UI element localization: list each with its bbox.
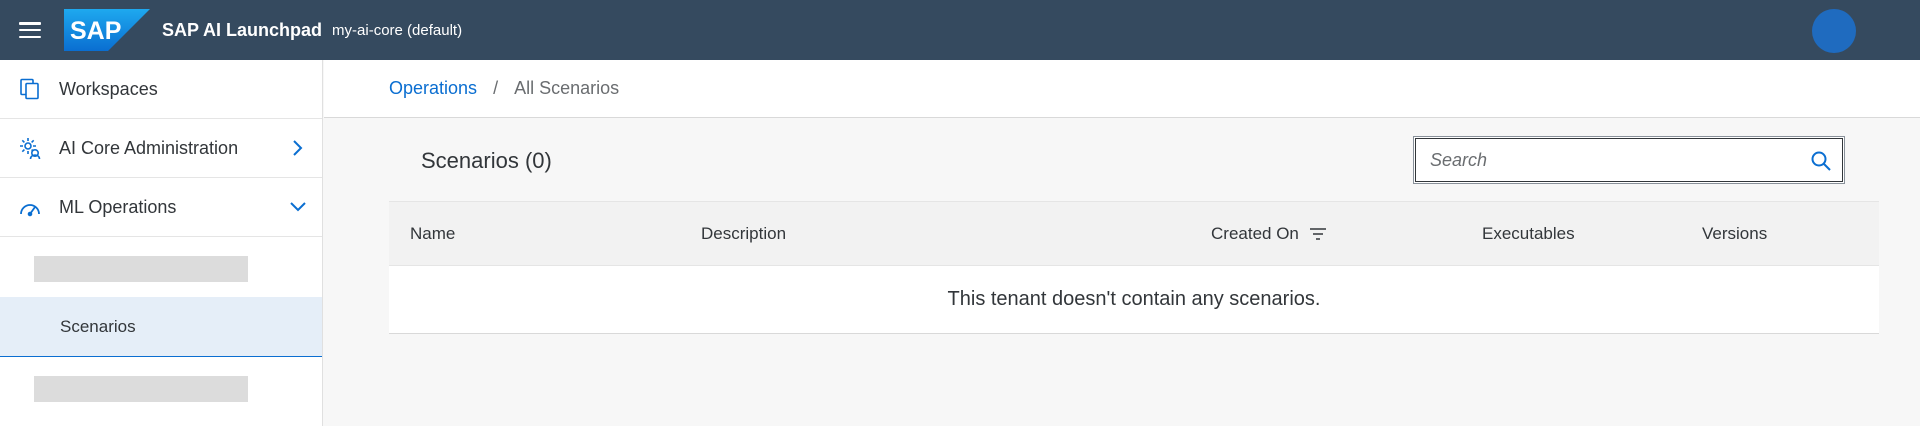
nav-item-label: Workspaces: [59, 78, 158, 99]
column-header-description[interactable]: Description: [701, 202, 786, 265]
tenant-name: my-ai-core (default): [332, 21, 463, 39]
nav-item-ml-operations[interactable]: ML Operations: [0, 178, 322, 237]
breadcrumb: Operations / All Scenarios: [324, 60, 1920, 118]
table-header: Name Description Created On Executables …: [389, 201, 1879, 266]
search-icon[interactable]: [1810, 150, 1832, 172]
main-content: Scenarios (0) Name Description Created O…: [324, 119, 1920, 426]
sap-logo: SAP: [64, 9, 150, 51]
column-header-label: Created On: [1211, 223, 1299, 243]
sub-item-label: Scenarios: [60, 316, 136, 336]
sort-filter-icon[interactable]: [1309, 227, 1327, 241]
menu-button[interactable]: [0, 0, 60, 60]
nav-item-workspaces[interactable]: Workspaces: [0, 60, 322, 119]
app-title: SAP AI Launchpad: [162, 19, 323, 40]
search-field[interactable]: [1413, 136, 1845, 184]
nav-item-label: AI Core Administration: [59, 137, 239, 158]
loading-placeholder: [34, 256, 248, 282]
loading-placeholder: [34, 376, 248, 402]
sub-item-placeholder[interactable]: [0, 357, 322, 417]
admin-settings-icon: [0, 136, 59, 160]
gauge-icon: [0, 196, 59, 218]
breadcrumb-link-operations[interactable]: Operations: [389, 78, 477, 99]
hamburger-icon: [19, 22, 41, 38]
user-avatar[interactable]: [1812, 9, 1856, 53]
side-navigation: Workspaces AI Core Administration ML Ope…: [0, 60, 323, 426]
chevron-right-icon[interactable]: [288, 138, 308, 158]
search-input[interactable]: [1430, 149, 1790, 171]
breadcrumb-current: All Scenarios: [514, 78, 620, 98]
empty-table-message: This tenant doesn't contain any scenario…: [389, 266, 1879, 334]
svg-text:SAP: SAP: [70, 17, 121, 45]
column-header-created-on[interactable]: Created On: [1211, 202, 1327, 265]
breadcrumb-separator: /: [493, 78, 499, 98]
table-title: Scenarios (0): [421, 148, 552, 173]
nav-item-label: ML Operations: [59, 196, 177, 217]
shell-bar: SAP SAP AI Launchpad my-ai-core (default…: [0, 0, 1920, 60]
sub-item-scenarios[interactable]: Scenarios: [0, 297, 322, 357]
column-header-versions[interactable]: Versions: [1702, 202, 1767, 265]
column-header-name[interactable]: Name: [410, 202, 455, 265]
sub-item-placeholder[interactable]: [0, 237, 322, 297]
chevron-down-icon[interactable]: [288, 197, 308, 217]
nav-item-ai-core-administration[interactable]: AI Core Administration: [0, 119, 322, 178]
workspaces-icon: [0, 78, 59, 100]
column-header-executables[interactable]: Executables: [1482, 202, 1575, 265]
